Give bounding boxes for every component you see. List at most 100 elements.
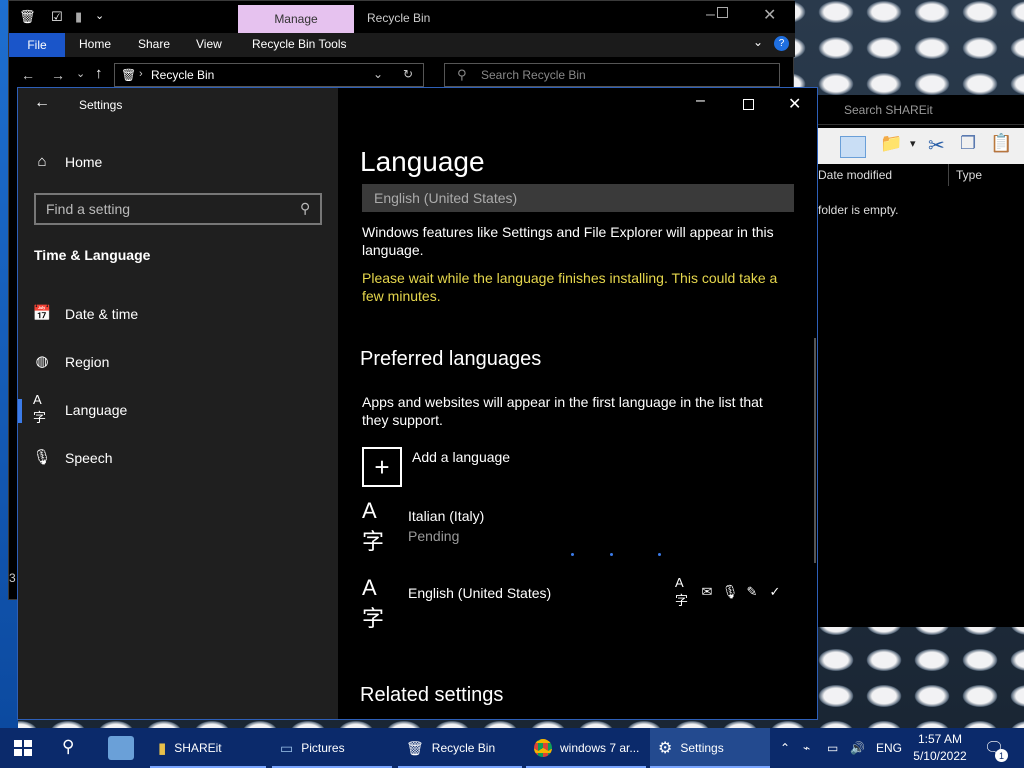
start-button[interactable]	[14, 740, 32, 756]
shareit-column-header: Date modified Type	[818, 164, 1024, 186]
minimize-icon[interactable]: –	[696, 92, 705, 110]
volume-icon[interactable]: 🔊	[850, 728, 865, 768]
calendar-clock-icon: 📅	[32, 305, 52, 322]
close-icon[interactable]: ✕	[788, 94, 801, 114]
new-folder-icon[interactable]: ▮	[75, 9, 82, 25]
preferred-languages-heading: Preferred languages	[360, 348, 542, 370]
paste-icon[interactable]: 📋	[990, 133, 1012, 154]
address-dropdown-icon[interactable]: ⌄	[373, 67, 383, 81]
ribbon-home-tab[interactable]: Home	[79, 37, 111, 51]
explorer-search-input[interactable]: ⚲ Search Recycle Bin	[444, 63, 780, 87]
taskbar-label: SHAREit	[174, 741, 222, 755]
back-arrow-icon[interactable]: ←	[21, 67, 35, 83]
display-language-feature-icon: A字	[675, 575, 689, 608]
ribbon-share-tab[interactable]: Share	[138, 37, 170, 51]
progress-dot	[610, 553, 613, 556]
notifications-icon[interactable]: 🗨	[984, 728, 1004, 768]
taskbar-item-pictures[interactable]: ▭ Pictures	[272, 728, 392, 768]
clock-date: 5/10/2022	[913, 749, 967, 763]
taskbar-label: Recycle Bin	[431, 741, 496, 755]
nav-item-date-time[interactable]: Date & time	[65, 306, 138, 322]
nav-home[interactable]: Home	[65, 154, 102, 170]
shareit-toolbar: 📁 ▾ ✂ ❐ 📋	[818, 128, 1024, 164]
taskbar-item-shareit[interactable]: ▮ SHAREit	[150, 728, 266, 768]
recycle-bin-icon: 🗑	[406, 739, 424, 756]
clock[interactable]: 1:57 AM 5/10/2022	[910, 731, 970, 765]
pictures-icon: ▭	[280, 739, 294, 756]
search-icon[interactable]: ⚲	[62, 737, 74, 757]
language-item-name[interactable]: Italian (Italy)	[408, 508, 484, 524]
back-arrow-icon[interactable]: ←	[34, 94, 50, 112]
taskbar-item-settings[interactable]: ⚙ Settings	[650, 728, 770, 768]
column-date-modified[interactable]: Date modified	[818, 168, 892, 182]
page-title: Language	[360, 146, 485, 177]
search-icon[interactable]: ⚲	[300, 200, 310, 217]
plus-icon: +	[374, 451, 390, 482]
language-icon: A字	[33, 392, 47, 425]
taskbar-item-chrome[interactable]: windows 7 ar...	[526, 728, 646, 768]
options-dropdown-icon[interactable]: ▾	[910, 137, 916, 150]
column-type[interactable]: Type	[956, 168, 982, 182]
language-item-status: Pending	[408, 528, 460, 544]
nav-section-heading: Time & Language	[34, 247, 151, 263]
gear-icon: ⚙	[658, 740, 673, 757]
content-scrollbar[interactable]	[814, 338, 816, 563]
add-language-label[interactable]: Add a language	[412, 448, 510, 466]
spellcheck-feature-icon: ✓	[769, 584, 781, 599]
input-language[interactable]: ENG	[876, 728, 902, 768]
settings-nav-pane: ← Settings ⌂ Home Find a setting ⚲ Time …	[18, 88, 338, 719]
microphone-icon: 🎙	[32, 449, 52, 466]
settings-window[interactable]: ← Settings ⌂ Home Find a setting ⚲ Time …	[17, 87, 818, 720]
ribbon-file-tab[interactable]: File	[9, 33, 65, 57]
shareit-empty-text: folder is empty.	[818, 203, 899, 217]
copy-icon[interactable]: ❐	[960, 133, 976, 154]
install-warning: Please wait while the language finishes …	[362, 270, 778, 304]
nav-item-region[interactable]: Region	[65, 354, 109, 370]
up-arrow-icon[interactable]: ↑	[95, 65, 103, 82]
column-divider	[948, 164, 949, 186]
maximize-icon[interactable]	[743, 99, 754, 110]
help-icon[interactable]: ?	[774, 36, 789, 51]
quick-access-dropdown-icon[interactable]: ⌄	[95, 9, 104, 22]
nav-item-speech[interactable]: Speech	[65, 450, 112, 466]
show-hidden-icons-icon[interactable]: ⌃	[780, 728, 790, 768]
forward-arrow-icon[interactable]: →	[51, 67, 65, 83]
recycle-bin-icon: 🗑	[19, 9, 36, 24]
cut-icon[interactable]: ✂	[928, 133, 945, 158]
text-to-speech-feature-icon: ✉	[701, 584, 713, 599]
handwriting-feature-icon: ✎	[746, 584, 758, 599]
ribbon-view-tab[interactable]: View	[196, 37, 222, 51]
network-off-icon[interactable]: ⌁	[803, 728, 810, 768]
minimize-icon[interactable]: –	[706, 6, 715, 24]
related-settings-heading: Related settings	[360, 684, 504, 706]
nav-selection-indicator	[18, 399, 22, 423]
folder-icon: ▮	[158, 740, 167, 757]
recycle-bin-small-icon: 🗑	[121, 68, 137, 82]
display-language-note: Windows features like Settings and File …	[362, 224, 774, 258]
language-icon: A字	[362, 575, 385, 631]
address-text: Recycle Bin	[151, 68, 215, 82]
maximize-icon[interactable]	[717, 7, 728, 18]
refresh-icon[interactable]: ↻	[403, 67, 413, 81]
shareit-search-input[interactable]: Search SHAREit	[818, 95, 1024, 125]
pinned-app-icon[interactable]	[108, 736, 134, 760]
language-item-name[interactable]: English (United States)	[408, 585, 551, 601]
shareit-search-placeholder: Search SHAREit	[844, 102, 933, 117]
properties-icon[interactable]: ☑	[51, 9, 63, 25]
manage-tab[interactable]: Manage	[238, 5, 354, 33]
add-language-button[interactable]: +	[362, 447, 402, 487]
windows-display-language-select[interactable]: English (United States)	[362, 184, 794, 212]
find-setting-input[interactable]: Find a setting ⚲	[34, 193, 322, 225]
folder-options-icon[interactable]: 📁	[880, 133, 902, 154]
monitor-icon[interactable]: ▭	[827, 728, 838, 768]
address-bar[interactable]: 🗑 › Recycle Bin ⌄ ↻	[114, 63, 424, 87]
details-pane-icon[interactable]	[840, 136, 866, 158]
close-icon[interactable]: ✕	[763, 5, 776, 25]
language-icon: A字	[362, 498, 385, 554]
recent-locations-icon[interactable]: ⌄	[76, 67, 85, 80]
chrome-icon	[534, 739, 552, 757]
ribbon-recycle-bin-tools-tab[interactable]: Recycle Bin Tools	[252, 37, 347, 51]
ribbon-expand-icon[interactable]: ⌄	[753, 35, 763, 49]
nav-item-language[interactable]: Language	[65, 402, 127, 418]
taskbar-item-recycle-bin[interactable]: 🗑 Recycle Bin	[398, 728, 522, 768]
